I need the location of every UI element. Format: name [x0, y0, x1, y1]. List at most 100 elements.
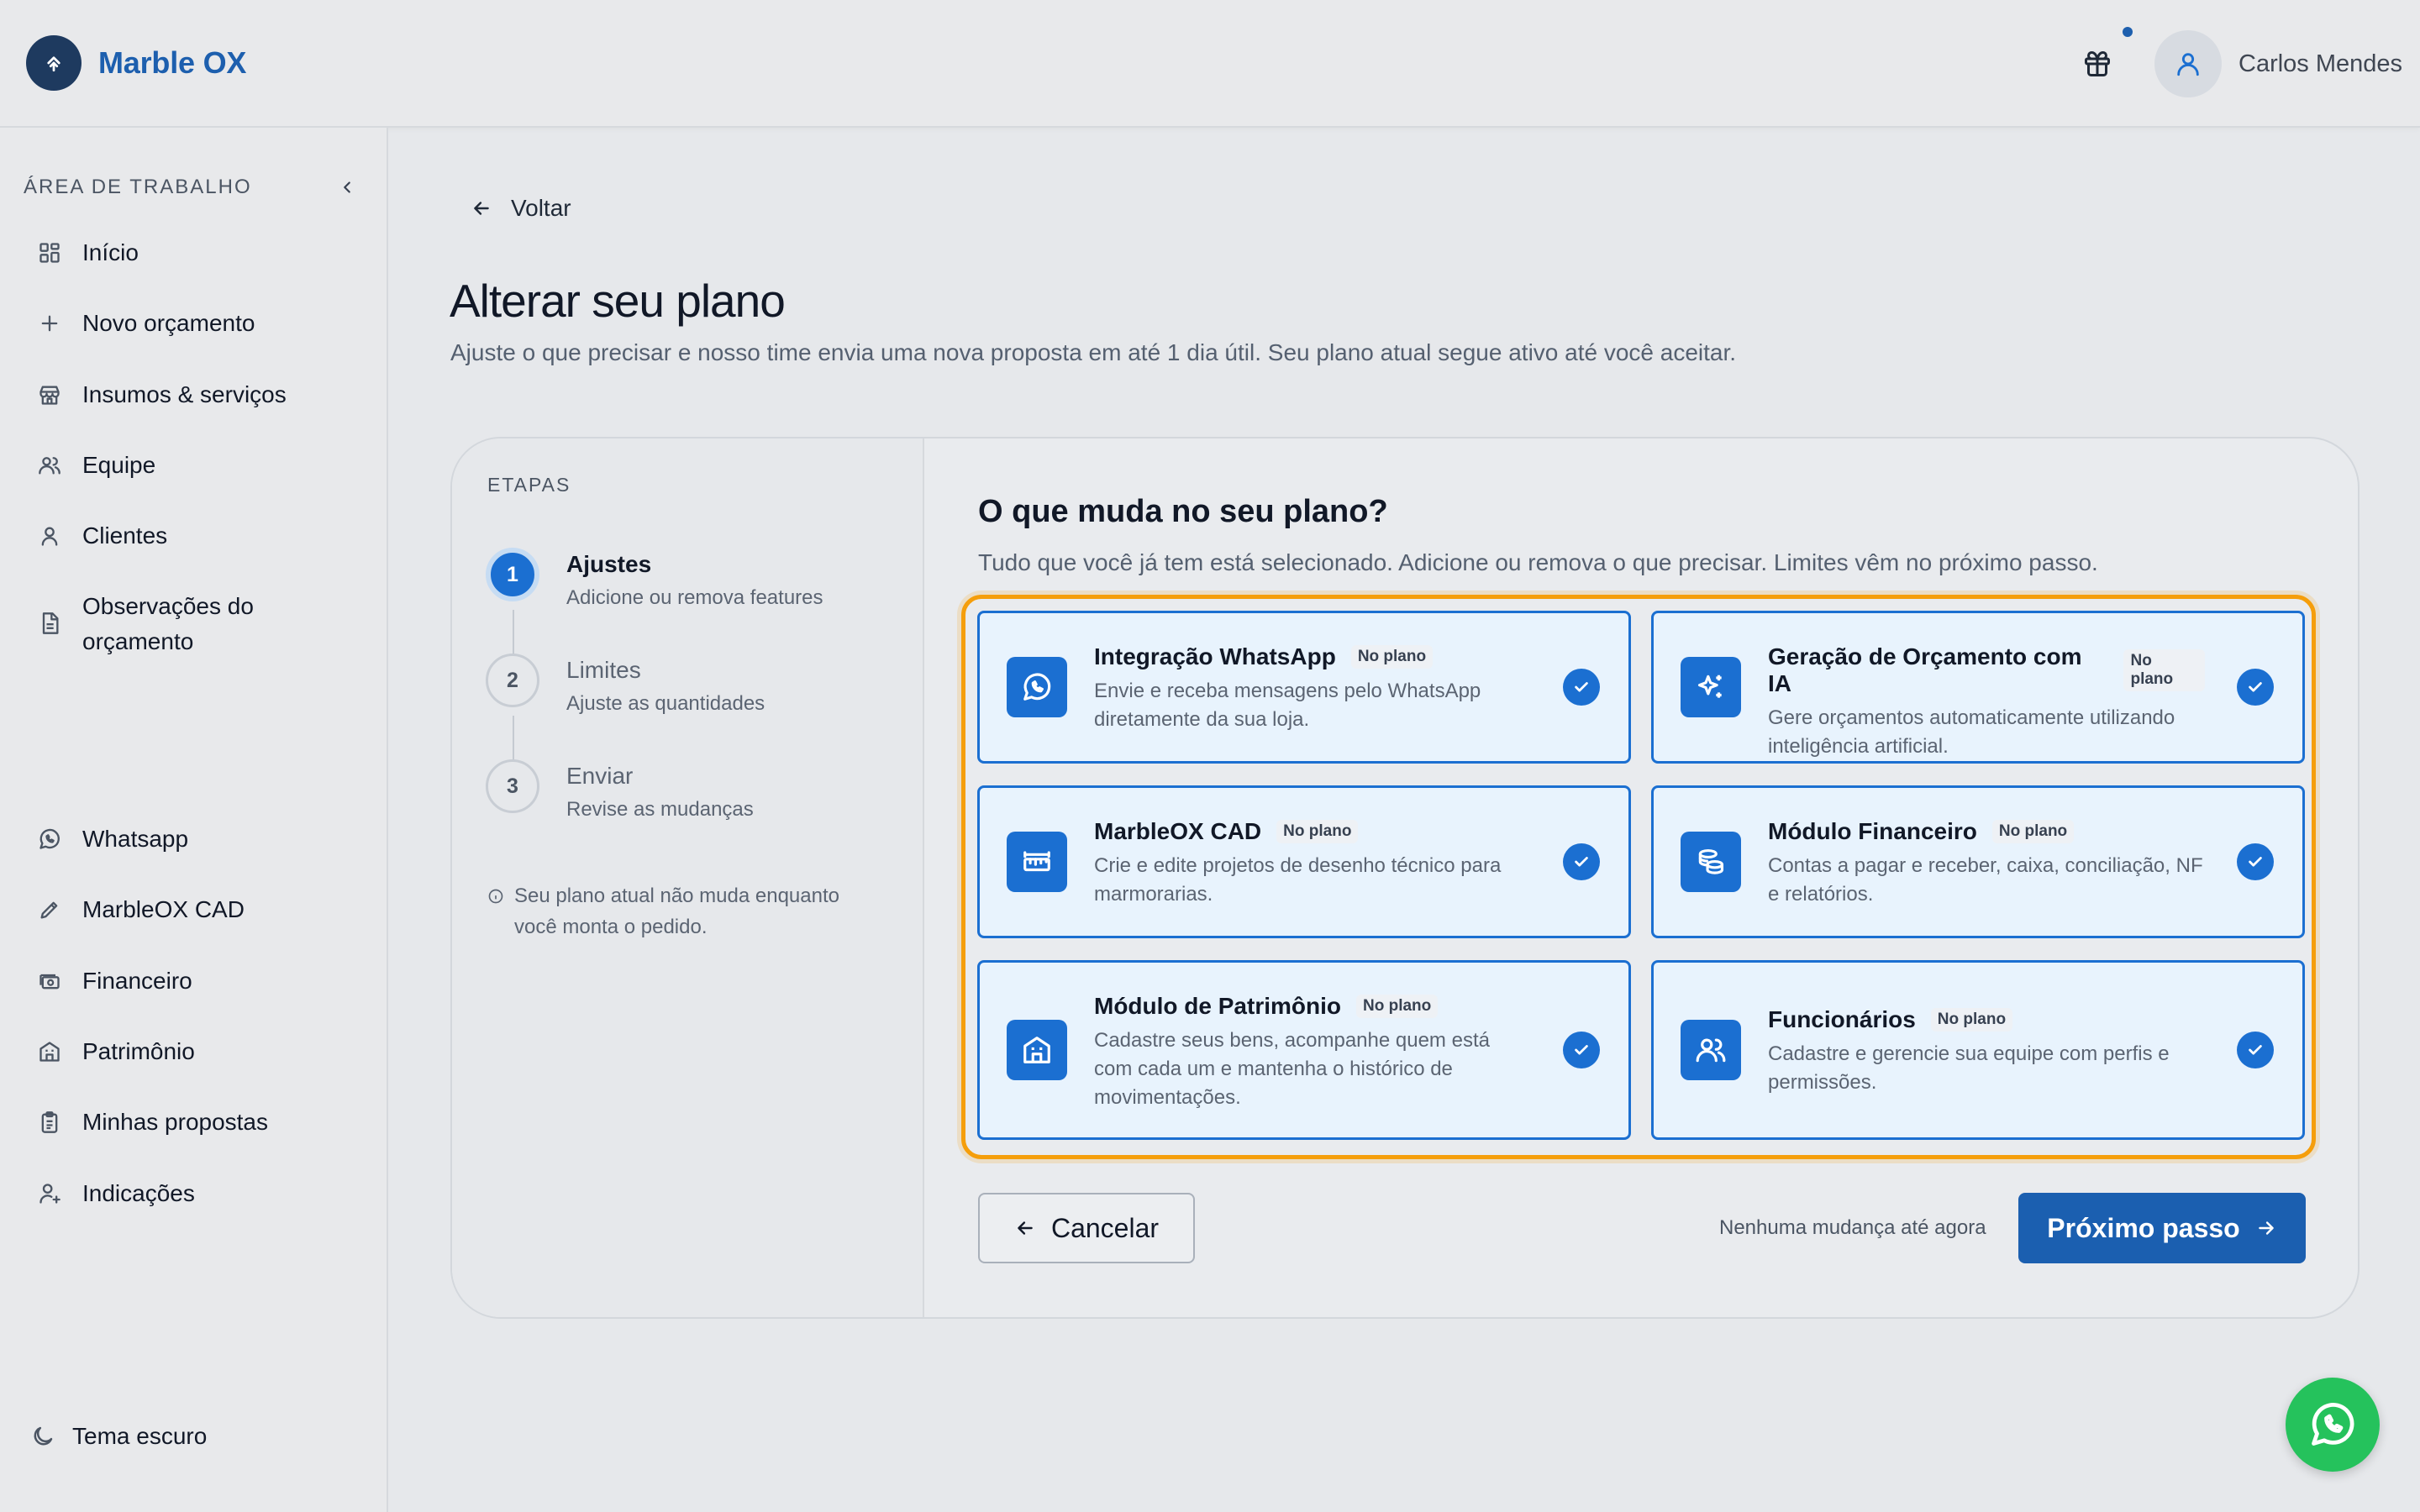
sidebar-item-label: Insumos & serviços [82, 381, 287, 407]
sidebar-item-label: Observações do orçamento [82, 593, 254, 654]
in-plan-badge: No plano [1991, 820, 2075, 843]
feature-card-patrimonio[interactable]: Módulo de Patrimônio No plano Cadastre s… [977, 960, 1631, 1140]
theme-toggle-label: Tema escuro [72, 1423, 208, 1449]
cancel-button[interactable]: Cancelar [978, 1193, 1195, 1263]
sidebar-item-label: Equipe [82, 452, 156, 478]
in-plan-badge: No plano [2123, 649, 2205, 691]
whatsapp-icon [1007, 657, 1067, 717]
sidebar-item-equipe[interactable]: Equipe [34, 448, 368, 483]
user-icon [2177, 53, 2199, 76]
brand-logo-icon [26, 35, 82, 91]
sidebar-item-patrimonio[interactable]: Patrimônio [34, 1034, 368, 1069]
check-icon[interactable] [2237, 1032, 2274, 1068]
feature-card-financeiro[interactable]: Módulo Financeiro No plano Contas a paga… [1651, 785, 2305, 938]
change-plan-panel: ETAPAS 1 Ajustes Adicione ou remova feat… [450, 437, 2360, 1319]
step-number: 1 [486, 548, 539, 601]
feature-card-whatsapp[interactable]: Integração WhatsApp No plano Envie e rec… [977, 611, 1631, 764]
feature-name: Integração WhatsApp [1094, 643, 1336, 669]
sidebar-item-label: Financeiro [82, 968, 192, 994]
gift-button[interactable] [2074, 42, 2121, 86]
feature-desc: Contas a pagar e receber, caixa, concili… [1768, 854, 2203, 906]
chevron-left-icon [344, 181, 350, 193]
arrow-left-icon [474, 202, 489, 215]
moon-icon [34, 1426, 53, 1446]
user-icon [34, 520, 66, 552]
gift-icon [2085, 51, 2110, 76]
step-name: Enviar [566, 763, 634, 789]
sidebar-item-insumos[interactable]: Insumos & serviços [34, 377, 368, 412]
step-number: 2 [486, 654, 539, 707]
store-icon [34, 379, 66, 411]
sidebar-item-label: Novo orçamento [82, 310, 255, 336]
next-step-button[interactable]: Próximo passo [2018, 1193, 2306, 1263]
steps-title: ETAPAS [487, 474, 571, 496]
in-plan-badge: No plano [1930, 1008, 2013, 1032]
in-plan-badge: No plano [1276, 820, 1359, 843]
check-icon[interactable] [1563, 669, 1600, 706]
step-1[interactable]: 1 Ajustes Adicione ou remova features [486, 548, 823, 610]
features-title: O que muda no seu plano? [978, 494, 1388, 529]
sidebar-collapse-button[interactable] [334, 175, 360, 200]
sidebar-item-indicacoes[interactable]: Indicações [34, 1176, 368, 1211]
check-icon[interactable] [2237, 669, 2274, 706]
theme-toggle[interactable]: Tema escuro [30, 1423, 207, 1450]
user-menu[interactable]: Carlos Mendes [2154, 30, 2402, 97]
clipboard-icon [34, 1106, 66, 1138]
feature-card-cad[interactable]: MarbleOX CAD No plano Crie e edite proje… [977, 785, 1631, 938]
users-icon [1681, 1020, 1741, 1080]
building-icon [34, 1036, 66, 1068]
sidebar-item-clientes[interactable]: Clientes [34, 518, 368, 554]
check-icon[interactable] [1563, 1032, 1600, 1068]
check-icon[interactable] [2237, 843, 2274, 880]
step-3[interactable]: 3 Enviar Revise as mudanças [486, 759, 754, 822]
sidebar-item-label: Minhas propostas [82, 1109, 269, 1135]
in-plan-badge: No plano [1350, 645, 1434, 669]
ruler-pencil-icon [34, 894, 66, 926]
back-button[interactable]: Voltar [471, 195, 571, 222]
step-desc: Ajuste as quantidades [566, 692, 765, 715]
feature-desc: Cadastre seus bens, acompanhe quem está … [1094, 1029, 1490, 1109]
whatsapp-fab[interactable] [2286, 1378, 2380, 1472]
sidebar-item-observacoes[interactable]: Observações do orçamento [34, 589, 368, 659]
info-icon [488, 889, 503, 904]
sidebar: ÁREA DE TRABALHO Início Novo orçamento I… [0, 128, 388, 1512]
change-status: Nenhuma mudança até agora [1719, 1216, 1986, 1239]
sidebar-header: ÁREA DE TRABALHO [24, 175, 360, 200]
feature-desc: Envie e receba mensagens pelo WhatsApp d… [1094, 680, 1481, 731]
page-subtitle: Ajuste o que precisar e nosso time envia… [450, 339, 1737, 365]
step-name: Limites [566, 657, 641, 683]
step-desc: Revise as mudanças [566, 798, 754, 821]
check-icon[interactable] [1563, 843, 1600, 880]
feature-name: MarbleOX CAD [1094, 818, 1262, 844]
user-name: Carlos Mendes [2238, 50, 2403, 77]
whatsapp-icon [2312, 1403, 2354, 1446]
sidebar-item-minhas-propostas[interactable]: Minhas propostas [34, 1105, 368, 1140]
step-desc: Adicione ou remova features [566, 586, 823, 609]
sidebar-item-whatsapp[interactable]: Whatsapp [34, 822, 368, 857]
avatar [2154, 30, 2222, 97]
features-subtitle: Tudo que você já tem está selecionado. A… [978, 549, 2098, 575]
user-referral-icon [34, 1178, 66, 1210]
step-2[interactable]: 2 Limites Ajuste as quantidades [486, 654, 765, 716]
users-icon [34, 449, 66, 481]
brand-name: Marble OX [98, 45, 247, 80]
features-grid: Integração WhatsApp No plano Envie e rec… [961, 595, 2316, 1159]
document-icon [34, 607, 66, 639]
sidebar-item-novo-orcamento[interactable]: Novo orçamento [34, 306, 368, 341]
sidebar-item-marbleox-cad[interactable]: MarbleOX CAD [34, 892, 368, 927]
sidebar-item-financeiro[interactable]: Financeiro [34, 963, 368, 999]
feature-card-funcionarios[interactable]: Funcionários No plano Cadastre e gerenci… [1651, 960, 2305, 1140]
feature-card-ai-quote[interactable]: Geração de Orçamento com IA No plano Ger… [1651, 611, 2305, 764]
brand[interactable]: Marble OX [26, 35, 246, 91]
steps-column: ETAPAS 1 Ajustes Adicione ou remova feat… [452, 438, 924, 1317]
sidebar-item-label: MarbleOX CAD [82, 896, 245, 922]
sidebar-item-inicio[interactable]: Início [34, 235, 368, 270]
grid-icon [34, 237, 66, 269]
feature-name: Geração de Orçamento com IA [1768, 643, 2082, 696]
building-icon [1007, 1020, 1067, 1080]
notification-dot [2123, 27, 2133, 37]
sidebar-item-label: Whatsapp [82, 826, 189, 852]
sparkles-icon [1681, 657, 1741, 717]
feature-desc: Crie e edite projetos de desenho técnico… [1094, 854, 1502, 906]
feature-desc: Cadastre e gerencie sua equipe com perfi… [1768, 1042, 2170, 1094]
